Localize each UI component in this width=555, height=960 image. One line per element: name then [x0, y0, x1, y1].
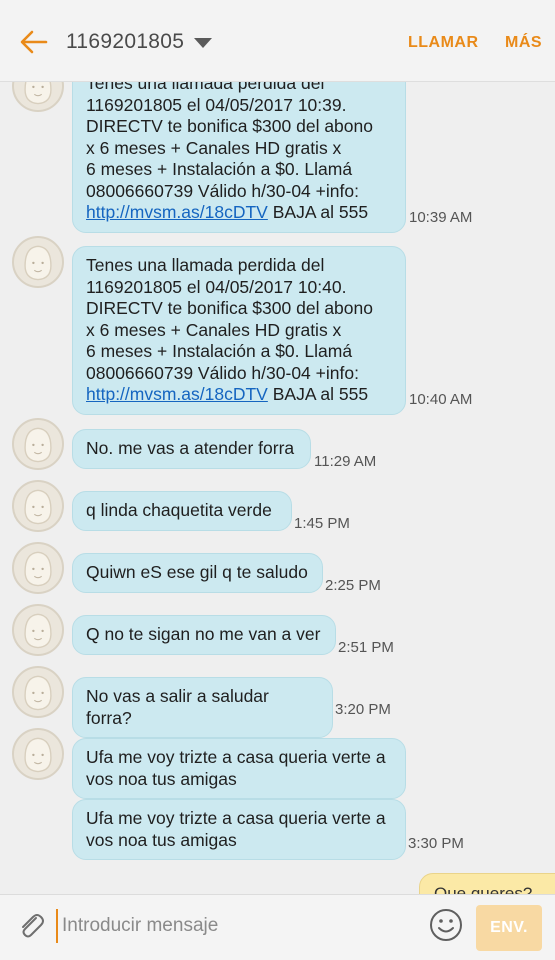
paperclip-icon[interactable] [14, 909, 48, 943]
contact-avatar-icon[interactable] [12, 82, 64, 112]
message-composer: ENV. [0, 894, 555, 960]
contact-avatar-icon[interactable] [12, 418, 64, 470]
message-bubble[interactable]: Quiwn eS ese gil q te saludo [72, 553, 323, 593]
message-link[interactable]: http://mvsm.as/18cDTV [86, 202, 268, 222]
contact-avatar-icon[interactable] [12, 728, 64, 780]
message-text: Ufa me voy trizte a casa queria verte a … [86, 808, 386, 850]
contact-avatar-icon[interactable] [12, 480, 64, 532]
message-timestamp: 3:30 PM [408, 835, 464, 852]
message-text: Q no te sigan no me van a ver [86, 624, 321, 644]
message-list[interactable]: Tenes una llamada perdida del 1169201805… [0, 82, 555, 894]
message-bubble[interactable]: Ufa me voy trizte a casa queria verte a … [72, 799, 406, 860]
app-header: 1169201805 LLAMAR MÁS [0, 0, 555, 82]
contact-avatar-icon[interactable] [12, 604, 64, 656]
message-text: BAJA al 555 [267, 384, 369, 404]
message-text: No vas a salir a saludar forra? [86, 686, 269, 728]
message-link[interactable]: http://mvsm.as/18cDTV [86, 384, 268, 404]
call-button[interactable]: LLAMAR [408, 34, 479, 52]
message-bubble[interactable]: Ufa me voy trizte a casa queria verte a … [72, 738, 406, 799]
message-timestamp: 10:39 AM [409, 209, 473, 226]
message-bubble[interactable]: q linda chaquetita verde [72, 491, 292, 531]
message-bubble[interactable]: No. me vas a atender forra [72, 429, 311, 469]
contact-avatar-icon[interactable] [12, 542, 64, 594]
message-text: Tenes una llamada perdida del 1169201805… [86, 82, 373, 201]
message-text: Quiwn eS ese gil q te saludo [86, 562, 308, 582]
message-text: No. me vas a atender forra [86, 438, 295, 458]
message-bubble[interactable]: No vas a salir a saludar forra? [72, 677, 333, 738]
message-timestamp: 2:51 PM [338, 639, 394, 656]
message-timestamp: 1:45 PM [294, 515, 350, 532]
message-text: Ufa me voy trizte a casa queria verte a … [86, 747, 386, 789]
contact-avatar-icon[interactable] [12, 666, 64, 718]
message-bubble[interactable]: Tenes una llamada perdida del 1169201805… [72, 82, 406, 233]
arrow-left-icon[interactable] [18, 28, 50, 56]
message-bubble[interactable]: Q no te sigan no me van a ver [72, 615, 336, 655]
message-text: BAJA al 555 [267, 202, 369, 222]
message-timestamp: 2:25 PM [325, 577, 381, 594]
message-timestamp: 11:29 AM [314, 453, 377, 470]
message-bubble[interactable]: Tenes una llamada perdida del 1169201805… [72, 246, 406, 415]
send-button[interactable]: ENV. [476, 905, 542, 951]
message-text: Tenes una llamada perdida del 1169201805… [86, 255, 373, 383]
message-text: q linda chaquetita verde [86, 500, 272, 520]
chevron-down-icon[interactable] [194, 38, 212, 48]
message-input[interactable] [56, 909, 406, 943]
contact-avatar-icon[interactable] [12, 236, 64, 288]
more-button[interactable]: MÁS [505, 34, 542, 52]
smiley-icon[interactable] [428, 907, 464, 943]
message-text: Que queres? [434, 884, 533, 894]
outgoing-message-bubble[interactable]: Que queres? [419, 873, 555, 894]
conversation-title[interactable]: 1169201805 [66, 30, 184, 54]
message-timestamp: 3:20 PM [335, 701, 391, 718]
message-timestamp: 10:40 AM [409, 391, 473, 408]
